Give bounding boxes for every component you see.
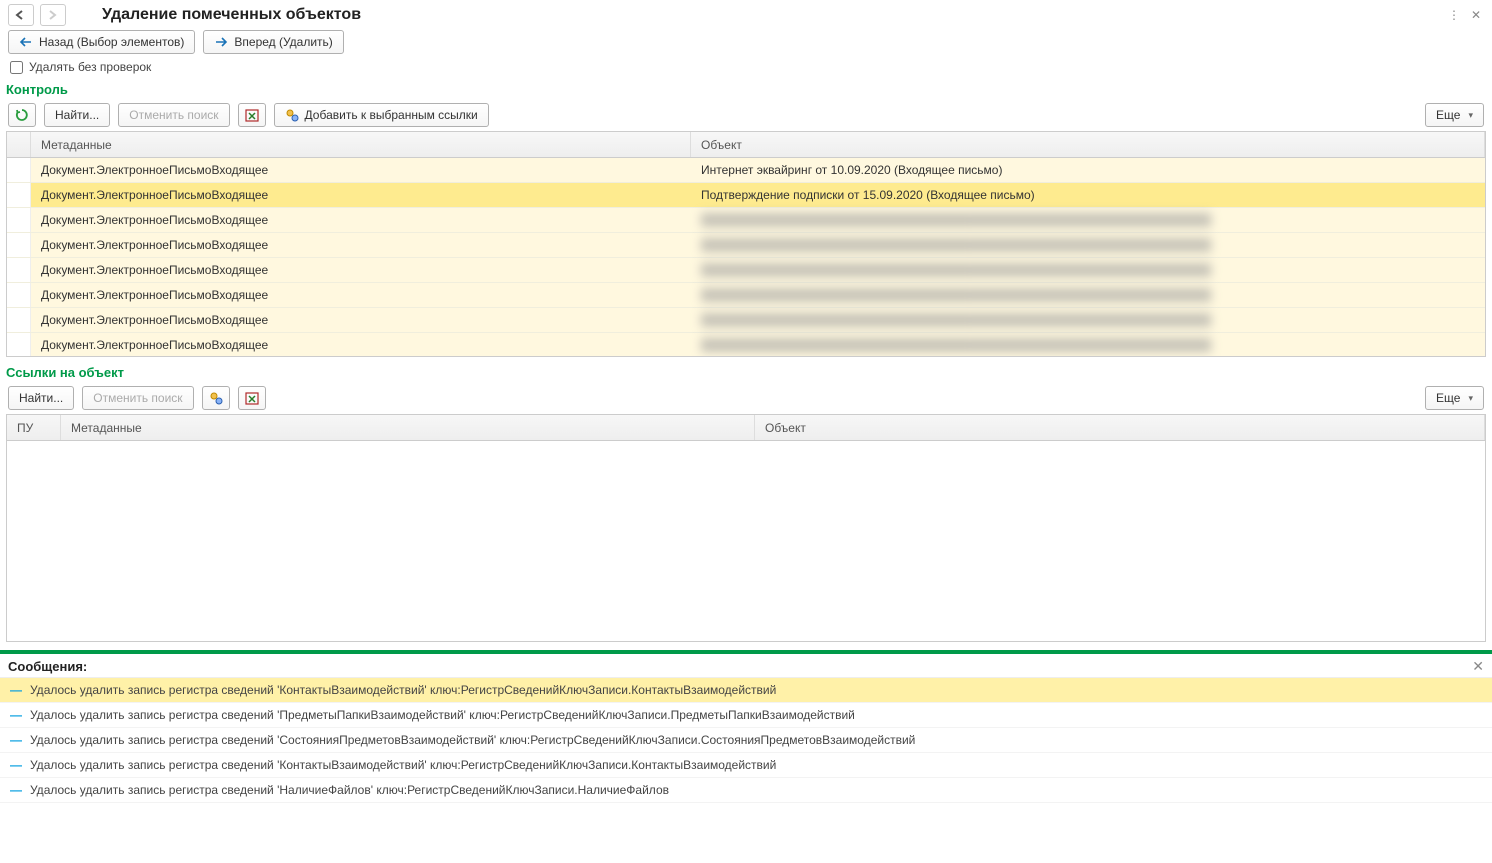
step-forward-button[interactable]: Вперед (Удалить) [203,30,343,54]
page-title: Удаление помеченных объектов [102,6,361,24]
delete-without-checks-checkbox[interactable]: Удалять без проверок [0,58,1492,80]
step-back-label: Назад (Выбор элементов) [39,35,184,49]
refs-open-link-button[interactable] [202,386,230,410]
col-obj-header[interactable]: Объект [755,415,1485,440]
message-row[interactable]: — Удалось удалить запись регистра сведени… [0,753,1492,778]
row-indicator [7,158,31,182]
cell-metadata: Документ.ЭлектронноеПисьмоВходящее [31,163,691,177]
cell-object: Подтверждение подписки от 15.09.2020 (Вх… [691,188,1485,202]
message-text: Удалось удалить запись регистра сведений… [30,758,776,772]
table-row[interactable]: Документ.ЭлектронноеПисьмоВходящее██████… [7,233,1485,258]
cell-object: Интернет эквайринг от 10.09.2020 (Входящ… [691,163,1485,177]
cell-object: ████████████████████████████████████████… [691,288,1485,302]
cell-metadata: Документ.ЭлектронноеПисьмоВходящее [31,313,691,327]
message-row[interactable]: — Удалось удалить запись регистра сведени… [0,778,1492,803]
messages-title: Сообщения: [8,659,87,674]
message-row[interactable]: — Удалось удалить запись регистра сведени… [0,728,1492,753]
cell-metadata: Документ.ЭлектронноеПисьмоВходящее [31,263,691,277]
cell-object: ████████████████████████████████████████… [691,313,1485,327]
control-table-body[interactable]: Документ.ЭлектронноеПисьмоВходящееИнтерн… [7,158,1485,356]
find-label: Найти... [55,108,99,122]
refs-export-excel-button[interactable] [238,386,266,410]
control-section-title: Контроль [0,80,1492,101]
message-text: Удалось удалить запись регистра сведений… [30,683,776,697]
message-dash-icon: — [10,783,22,797]
step-back-button[interactable]: Назад (Выбор элементов) [8,30,195,54]
message-text: Удалось удалить запись регистра сведений… [30,733,915,747]
step-forward-label: Вперед (Удалить) [234,35,332,49]
message-dash-icon: — [10,733,22,747]
message-text: Удалось удалить запись регистра сведений… [30,708,855,722]
refs-more-label: Еще [1436,391,1460,405]
close-icon[interactable]: ✕ [1468,8,1484,22]
refs-cancel-find-button: Отменить поиск [82,386,193,410]
nav-forward-button [40,4,66,26]
refresh-button[interactable] [8,103,36,127]
cell-object: ████████████████████████████████████████… [691,213,1485,227]
message-text: Удалось удалить запись регистра сведений… [30,783,669,797]
cell-metadata: Документ.ЭлектронноеПисьмоВходящее [31,188,691,202]
row-indicator [7,283,31,307]
cell-metadata: Документ.ЭлектронноеПисьмоВходящее [31,288,691,302]
cell-object: ████████████████████████████████████████… [691,263,1485,277]
row-indicator [7,258,31,282]
col-meta-header[interactable]: Метаданные [61,415,755,440]
col-object-header[interactable]: Объект [691,132,1485,157]
cell-object: ████████████████████████████████████████… [691,338,1485,352]
cell-metadata: Документ.ЭлектронноеПисьмоВходящее [31,238,691,252]
refs-table-body[interactable] [7,441,1485,641]
message-row[interactable]: — Удалось удалить запись регистра сведени… [0,678,1492,703]
row-indicator [7,208,31,232]
table-row[interactable]: Документ.ЭлектронноеПисьмоВходящееПодтве… [7,183,1485,208]
table-row[interactable]: Документ.ЭлектронноеПисьмоВходящее██████… [7,258,1485,283]
export-excel-button[interactable] [238,103,266,127]
row-indicator [7,308,31,332]
message-dash-icon: — [10,683,22,697]
cell-metadata: Документ.ЭлектронноеПисьмоВходящее [31,338,691,352]
col-metadata-header[interactable]: Метаданные [31,132,691,157]
add-refs-label: Добавить к выбранным ссылки [305,108,478,122]
chevron-down-icon: ▾ [1468,393,1473,404]
refs-more-button[interactable]: Еще ▾ [1425,386,1484,410]
delete-without-checks-label: Удалять без проверок [29,60,151,74]
control-table-header: Метаданные Объект [7,132,1485,158]
message-dash-icon: — [10,708,22,722]
find-button[interactable]: Найти... [44,103,110,127]
cell-metadata: Документ.ЭлектронноеПисьмоВходящее [31,213,691,227]
messages-close-icon[interactable]: ✕ [1472,658,1484,675]
control-more-label: Еще [1436,108,1460,122]
table-row[interactable]: Документ.ЭлектронноеПисьмоВходящее██████… [7,208,1485,233]
row-indicator [7,233,31,257]
row-indicator [7,333,31,356]
table-row[interactable]: Документ.ЭлектронноеПисьмоВходящее██████… [7,333,1485,356]
refs-find-button[interactable]: Найти... [8,386,74,410]
refs-find-label: Найти... [19,391,63,405]
messages-list[interactable]: — Удалось удалить запись регистра сведени… [0,677,1492,803]
delete-without-checks-input[interactable] [10,61,23,74]
table-row[interactable]: Документ.ЭлектронноеПисьмоВходящееИнтерн… [7,158,1485,183]
refs-cancel-find-label: Отменить поиск [93,391,182,405]
messages-panel: Сообщения: ✕ — Удалось удалить запись рег… [0,654,1492,863]
nav-back-button[interactable] [8,4,34,26]
message-dash-icon: — [10,758,22,772]
table-row[interactable]: Документ.ЭлектронноеПисьмоВходящее██████… [7,308,1485,333]
refs-table[interactable]: ПУ Метаданные Объект [6,414,1486,642]
refs-section-title: Ссылки на объект [0,363,1492,384]
control-more-button[interactable]: Еще ▾ [1425,103,1484,127]
refs-table-header: ПУ Метаданные Объект [7,415,1485,441]
chevron-down-icon: ▾ [1468,110,1473,121]
col-pu-header[interactable]: ПУ [7,415,61,440]
cancel-find-button: Отменить поиск [118,103,229,127]
row-indicator [7,183,31,207]
message-row[interactable]: — Удалось удалить запись регистра сведени… [0,703,1492,728]
control-table[interactable]: Метаданные Объект Документ.ЭлектронноеПи… [6,131,1486,357]
add-to-selected-refs-button[interactable]: Добавить к выбранным ссылки [274,103,489,127]
kebab-menu-icon[interactable]: ⋮ [1446,8,1462,22]
cancel-find-label: Отменить поиск [129,108,218,122]
cell-object: ████████████████████████████████████████… [691,238,1485,252]
table-row[interactable]: Документ.ЭлектронноеПисьмоВходящее██████… [7,283,1485,308]
